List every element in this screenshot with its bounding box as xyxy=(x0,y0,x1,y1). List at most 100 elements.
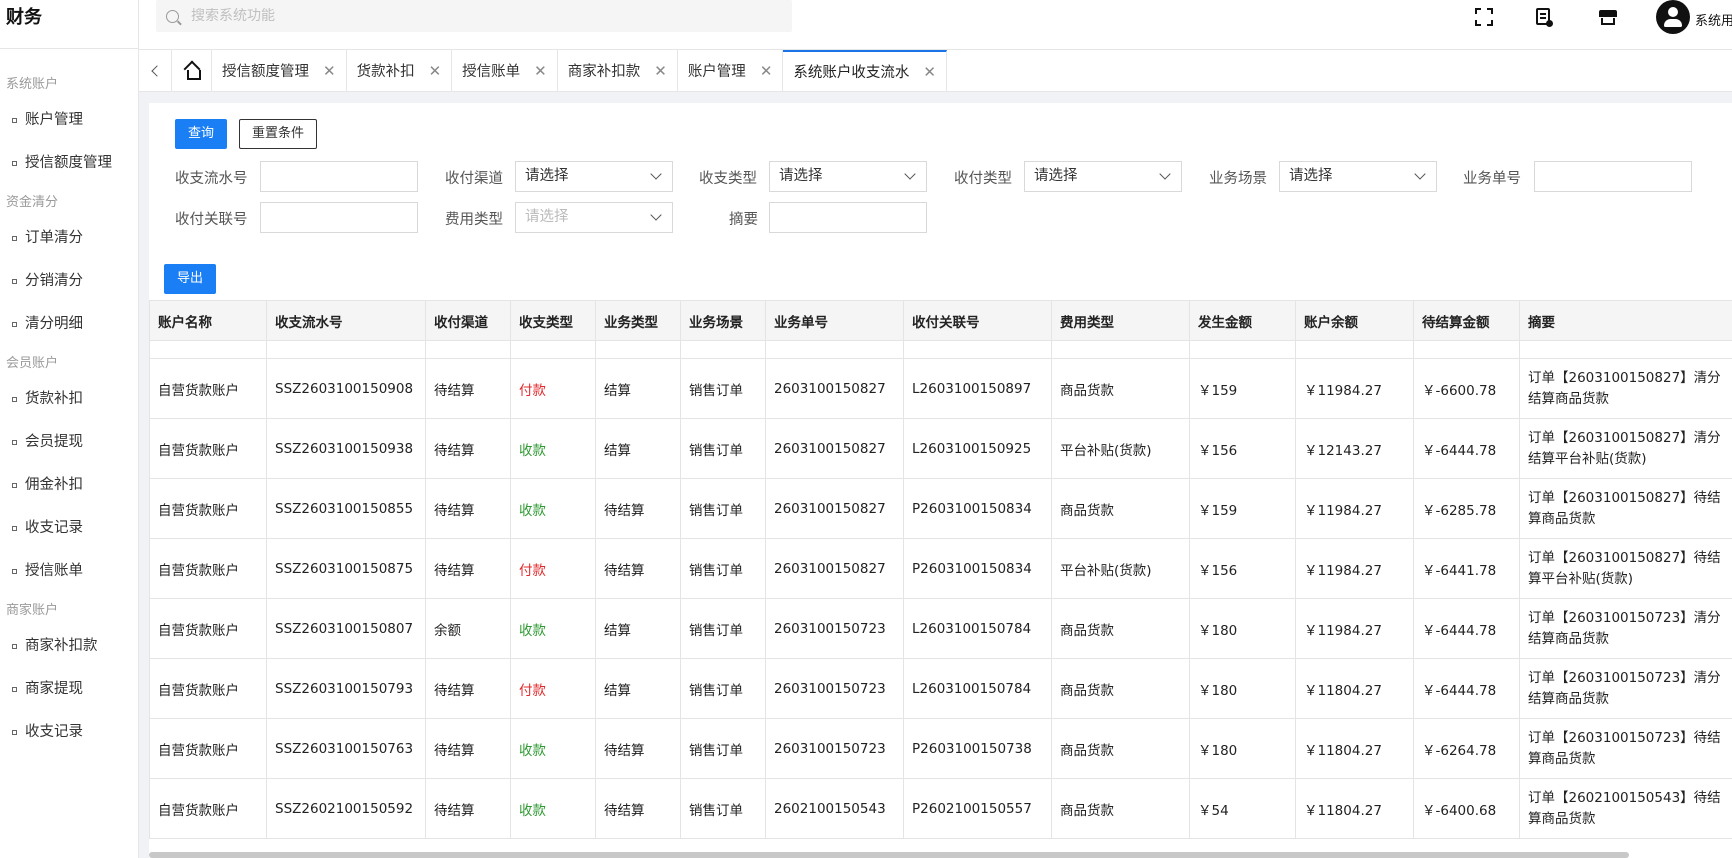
table-row[interactable]: 自营货款账户 SSZ2603100150763 待结算 收款 待结算 销售订单 260310… xyxy=(149,718,1732,779)
table-cell: 付款 xyxy=(510,358,596,419)
table-cell: 订单【2603100150827】待结算商品货款 xyxy=(1519,478,1732,539)
column-header[interactable]: 摘要 xyxy=(1519,300,1732,341)
table-cell: ￥156 xyxy=(1189,418,1296,479)
table-cell: 收款 xyxy=(510,718,596,779)
tab-label: 系统账户收支流水 xyxy=(793,65,910,81)
table-row[interactable]: 自营货款账户 SSZ2603100150908 待结算 付款 结算 销售订单 2603100… xyxy=(149,358,1732,419)
home-tab[interactable] xyxy=(172,50,212,91)
bullet-icon xyxy=(12,526,17,531)
close-icon[interactable]: ✕ xyxy=(534,62,547,80)
search-box[interactable] xyxy=(156,0,792,32)
table-cell: ￥-6600.78 xyxy=(1413,358,1520,419)
tab-item[interactable]: 授信账单 ✕ xyxy=(452,50,558,91)
search-input[interactable] xyxy=(191,8,751,24)
store-icon[interactable] xyxy=(1599,8,1617,26)
column-header[interactable]: 账户余额 xyxy=(1295,300,1414,341)
avatar[interactable] xyxy=(1656,0,1690,34)
table-header-row: 账户名称 收支流水号 收付渠道 收支类型 业务类型 业务场景 业务单号 收付关联号 费用类型 发生… xyxy=(149,300,1732,341)
tab-item[interactable]: 货款补扣 ✕ xyxy=(347,50,453,91)
export-button[interactable]: 导出 xyxy=(164,264,217,294)
sidebar-item[interactable]: 清分明细 xyxy=(0,303,138,346)
table-cell: 待结算 xyxy=(595,478,681,539)
tab-label: 货款补扣 xyxy=(356,64,415,80)
table-cell: 商品货款 xyxy=(1051,658,1190,719)
table-cell: 收款 xyxy=(510,598,596,659)
sidebar-item[interactable]: 商家补扣款 xyxy=(0,625,138,668)
column-header[interactable]: 收付关联号 xyxy=(903,300,1052,341)
close-icon[interactable]: ✕ xyxy=(429,62,442,80)
table-cell: 结算 xyxy=(595,358,681,419)
table-row[interactable]: 自营货款账户 SSZ2603100150807 余额 收款 结算 销售订单 26031001… xyxy=(149,598,1732,659)
table-cell: 2603100150827 xyxy=(765,538,904,599)
sidebar-item[interactable]: 佣金补扣 xyxy=(0,464,138,507)
table-row[interactable]: 自营货款账户 SSZ2603100150855 待结算 收款 待结算 销售订单 260310… xyxy=(149,478,1732,539)
column-header[interactable]: 待结算金额 xyxy=(1413,300,1520,341)
table-row[interactable]: 自营货款账户 SSZ2603100150793 待结算 付款 结算 销售订单 2603100… xyxy=(149,658,1732,719)
brand-title: 财务 xyxy=(0,0,138,49)
close-icon[interactable]: ✕ xyxy=(323,62,336,80)
tab-label: 授信账单 xyxy=(462,64,521,80)
table-cell: 平台补贴(货款) xyxy=(1051,418,1190,479)
flow-table: 账户名称 收支流水号 收付渠道 收支类型 业务类型 业务场景 业务单号 收付关联号 费用类型 发生… xyxy=(149,300,1732,839)
user-name[interactable]: 系统用户 xyxy=(1695,10,1732,29)
sidebar-item[interactable]: 授信账单 xyxy=(0,550,138,593)
sidebar-item[interactable]: 授信额度管理 xyxy=(0,142,138,185)
query-button[interactable]: 查询 xyxy=(175,119,228,149)
column-header[interactable]: 业务场景 xyxy=(680,300,766,341)
column-header[interactable]: 收付渠道 xyxy=(425,300,511,341)
table-row[interactable]: 自营货款账户 SSZ2602100150592 待结算 收款 待结算 销售订单 260210… xyxy=(149,778,1732,839)
scene-select[interactable]: 请选择 xyxy=(1279,161,1437,192)
flow-no-input[interactable] xyxy=(260,161,418,192)
reset-button[interactable]: 重置条件 xyxy=(239,119,318,149)
chevron-down-icon xyxy=(650,209,662,221)
sidebar-menu: 系统账户 账户管理 授信额度管理 资金清分 订单清分 分销清分 清分明细 会员账户 货款补扣 会员… xyxy=(0,49,138,754)
table-cell: P2603100150834 xyxy=(903,478,1052,539)
sidebar-item[interactable]: 会员提现 xyxy=(0,421,138,464)
column-header[interactable]: 收支流水号 xyxy=(266,300,426,341)
sidebar-item-label: 订单清分 xyxy=(25,230,83,246)
channel-select[interactable]: 请选择 xyxy=(515,161,673,192)
sidebar-item[interactable]: 订单清分 xyxy=(0,217,138,260)
table-row[interactable]: 自营货款账户 SSZ2603100150938 待结算 收款 结算 销售订单 2603100… xyxy=(149,418,1732,479)
pay-link-input[interactable] xyxy=(260,202,418,233)
biz-no-input[interactable] xyxy=(1534,161,1692,192)
sidebar-item[interactable]: 账户管理 xyxy=(0,99,138,142)
tab-item[interactable]: 账户管理 ✕ xyxy=(678,50,784,91)
sidebar-item[interactable]: 收支记录 xyxy=(0,711,138,754)
flow-table-container[interactable]: 账户名称 收支流水号 收付渠道 收支类型 业务类型 业务场景 业务单号 收付关联号 费用类型 发生… xyxy=(149,300,1732,858)
column-header[interactable]: 费用类型 xyxy=(1051,300,1190,341)
table-cell: 自营货款账户 xyxy=(149,778,267,839)
table-cell: 销售订单 xyxy=(680,658,766,719)
table-cell: ￥11804.27 xyxy=(1295,658,1414,719)
fullscreen-icon[interactable] xyxy=(1475,8,1493,26)
inout-type-select[interactable]: 请选择 xyxy=(769,161,927,192)
tabs-scroll-left-button[interactable] xyxy=(139,50,172,91)
table-cell: L2603100150784 xyxy=(903,598,1052,659)
column-header[interactable]: 业务类型 xyxy=(595,300,681,341)
fee-type-label: 费用类型 xyxy=(445,212,503,228)
sidebar-item[interactable]: 商家提现 xyxy=(0,668,138,711)
close-icon[interactable]: ✕ xyxy=(923,63,936,81)
tab-item[interactable]: 授信额度管理 ✕ xyxy=(212,50,347,91)
column-header[interactable]: 发生金额 xyxy=(1189,300,1296,341)
pay-type-label: 收付类型 xyxy=(954,171,1012,187)
tab-item[interactable]: 商家补扣款 ✕ xyxy=(558,50,678,91)
sidebar-item[interactable]: 货款补扣 xyxy=(0,378,138,421)
horizontal-scrollbar[interactable] xyxy=(149,852,1629,858)
sidebar-item[interactable]: 分销清分 xyxy=(0,260,138,303)
table-cell: P2602100150557 xyxy=(903,778,1052,839)
fee-type-select[interactable]: 请选择 xyxy=(515,202,673,233)
pay-type-select[interactable]: 请选择 xyxy=(1024,161,1182,192)
column-header[interactable]: 收支类型 xyxy=(510,300,596,341)
document-settings-icon[interactable] xyxy=(1536,8,1553,27)
table-row[interactable]: 自营货款账户 SSZ2603100150875 待结算 付款 待结算 销售订单 260310… xyxy=(149,538,1732,599)
sidebar-item[interactable]: 收支记录 xyxy=(0,507,138,550)
bullet-icon xyxy=(12,730,17,735)
column-header[interactable]: 业务单号 xyxy=(765,300,904,341)
summary-input[interactable] xyxy=(769,202,927,233)
tab-item[interactable]: 系统账户收支流水 ✕ xyxy=(783,50,947,91)
column-header[interactable]: 账户名称 xyxy=(149,300,267,341)
close-icon[interactable]: ✕ xyxy=(654,62,667,80)
table-cell: 自营货款账户 xyxy=(149,718,267,779)
close-icon[interactable]: ✕ xyxy=(760,62,773,80)
